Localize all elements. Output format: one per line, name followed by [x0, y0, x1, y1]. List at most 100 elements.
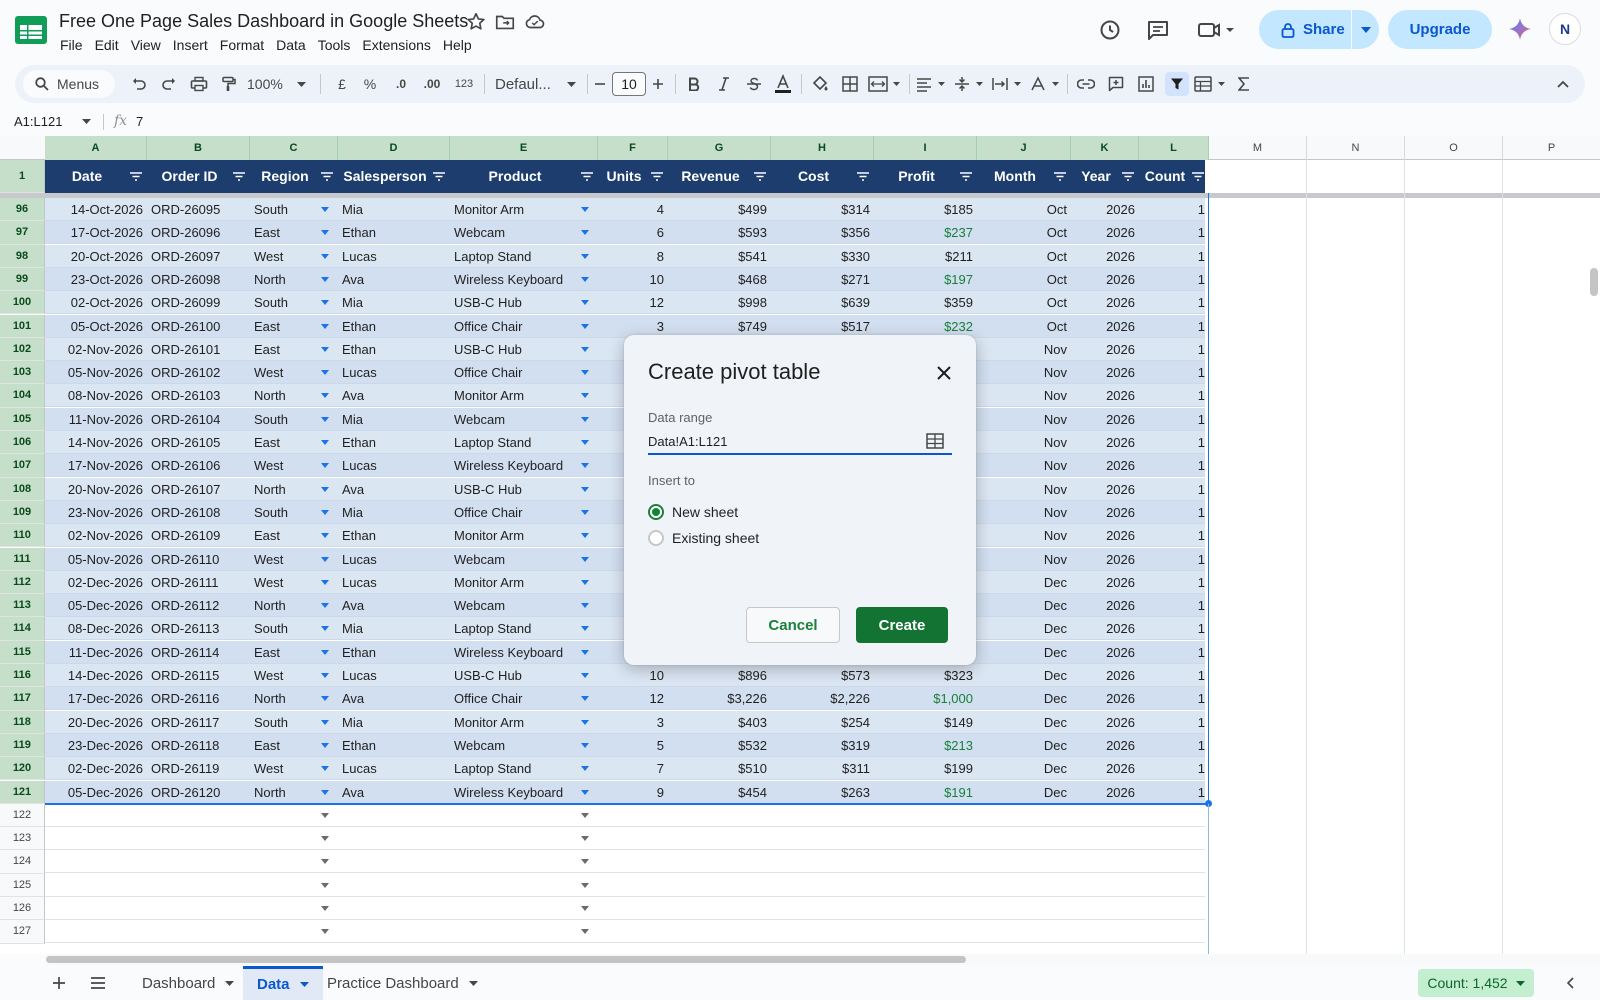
meet-video-icon[interactable]	[1196, 17, 1238, 43]
menus-search[interactable]: Menus	[23, 70, 115, 98]
cell-product[interactable]: Office Chair	[450, 361, 576, 384]
insert-comment-button[interactable]	[1105, 72, 1127, 96]
dropdown-chip-icon[interactable]	[581, 463, 589, 469]
dropdown-chip-icon[interactable]	[581, 673, 589, 678]
add-sheet-button[interactable]	[46, 966, 72, 1000]
cell-date[interactable]: 05-Oct-2026	[45, 315, 147, 338]
cell-units[interactable]: 4	[598, 198, 668, 221]
dropdown-chip-icon[interactable]	[581, 649, 589, 655]
cell-order-id[interactable]: ORD-26115	[147, 664, 250, 687]
header-cell[interactable]: Count	[1139, 160, 1191, 193]
cell-revenue[interactable]: $998	[668, 291, 771, 314]
row-header[interactable]: 122	[0, 803, 45, 828]
cell-count[interactable]: 1	[1139, 361, 1209, 384]
cell-cost[interactable]: $319	[771, 734, 874, 757]
cell-cost[interactable]: $254	[771, 711, 874, 734]
column-filter-icon[interactable]	[857, 172, 869, 181]
header-cell[interactable]: Month	[977, 160, 1053, 193]
dropdown-chip-icon[interactable]	[321, 836, 329, 842]
row-header[interactable]: 120	[0, 757, 45, 781]
dropdown-chip-icon[interactable]	[581, 766, 589, 772]
cell-profit[interactable]: $213	[874, 734, 977, 757]
cell-units[interactable]: 10	[598, 664, 668, 687]
cell-date[interactable]: 23-Nov-2026	[45, 501, 147, 524]
font-family-select[interactable]: Defaul...	[493, 72, 583, 96]
header-cell[interactable]: Units	[598, 160, 650, 193]
dropdown-chip-icon[interactable]	[321, 696, 329, 702]
column-header-h[interactable]: H	[771, 136, 874, 160]
column-filter-icon[interactable]	[960, 172, 972, 181]
cell-order-id[interactable]: ORD-26107	[147, 478, 250, 501]
row-header[interactable]: 119	[0, 733, 45, 758]
version-history-icon[interactable]	[1097, 17, 1123, 43]
column-header-a[interactable]: A	[45, 136, 147, 160]
cell-region[interactable]: South	[250, 617, 316, 640]
cell-date[interactable]: 08-Nov-2026	[45, 384, 147, 407]
cell-product[interactable]: Monitor Arm	[450, 711, 576, 734]
sheet-tab-dashboard[interactable]: Dashboard	[128, 966, 248, 1000]
cell-cost[interactable]: $330	[771, 245, 874, 268]
dropdown-chip-icon[interactable]	[581, 440, 589, 445]
cell-month[interactable]: Oct	[977, 291, 1071, 314]
dropdown-chip-icon[interactable]	[581, 370, 589, 376]
cell-month[interactable]: Oct	[977, 315, 1071, 338]
cell-date[interactable]: 02-Nov-2026	[45, 338, 147, 361]
cell-product[interactable]: Office Chair	[450, 501, 576, 524]
table-row[interactable]: 17-Dec-2026 ORD-26116 North Ava Office Chair…	[45, 687, 1205, 711]
cell-region[interactable]: East	[250, 734, 316, 757]
row-header[interactable]: 98	[0, 244, 45, 268]
undo-button[interactable]	[127, 72, 151, 96]
chevron-down-icon[interactable]	[82, 119, 91, 124]
cell-revenue[interactable]: $541	[668, 245, 771, 268]
cell-cost[interactable]: $271	[771, 268, 874, 291]
header-cell[interactable]: Salesperson	[338, 160, 432, 193]
dropdown-chip-icon[interactable]	[581, 836, 589, 842]
header-cell[interactable]: Year	[1071, 160, 1121, 193]
share-options-button[interactable]	[1352, 26, 1379, 33]
existing-sheet-option[interactable]: Existing sheet	[648, 528, 759, 548]
cell-count[interactable]: 1	[1139, 245, 1209, 268]
cell-salesperson[interactable]: Lucas	[338, 245, 450, 268]
cell-year[interactable]: 2026	[1071, 641, 1139, 664]
cell-year[interactable]: 2026	[1071, 757, 1139, 780]
cell-region[interactable]: North	[250, 384, 316, 407]
cell-month[interactable]: Dec	[977, 687, 1071, 710]
cell-year[interactable]: 2026	[1071, 501, 1139, 524]
cell-date[interactable]: 14-Dec-2026	[45, 664, 147, 687]
cell-salesperson[interactable]: Ethan	[338, 524, 450, 547]
cell-count[interactable]: 1	[1139, 501, 1209, 524]
more-formats-button[interactable]: 123	[451, 72, 477, 96]
row-header[interactable]: 126	[0, 897, 45, 921]
cell-count[interactable]: 1	[1139, 757, 1209, 780]
cell-count[interactable]: 1	[1139, 641, 1209, 664]
column-filter-icon[interactable]	[651, 172, 663, 181]
empty-row[interactable]	[45, 850, 1205, 874]
dropdown-chip-icon[interactable]	[581, 230, 589, 236]
column-filter-icon[interactable]	[130, 172, 142, 181]
row-header[interactable]: 110	[0, 524, 45, 548]
dropdown-chip-icon[interactable]	[321, 603, 329, 609]
dropdown-chip-icon[interactable]	[321, 300, 329, 306]
dropdown-chip-icon[interactable]	[581, 719, 589, 725]
cell-region[interactable]: East	[250, 315, 316, 338]
table-row[interactable]: 14-Dec-2026 ORD-26115 West Lucas USB-C Hub 10…	[45, 664, 1205, 687]
cell-product[interactable]: Office Chair	[450, 315, 576, 338]
cell-profit[interactable]: $211	[874, 245, 977, 268]
vertical-align-button[interactable]	[953, 72, 987, 96]
cell-date[interactable]: 02-Nov-2026	[45, 524, 147, 547]
cell-count[interactable]: 1	[1139, 571, 1209, 594]
cell-product[interactable]: Wireless Keyboard	[450, 454, 576, 477]
menu-tools[interactable]: Tools	[312, 35, 357, 55]
cell-month[interactable]: Oct	[977, 268, 1071, 291]
cell-count[interactable]: 1	[1139, 408, 1209, 431]
row-header[interactable]: 109	[0, 500, 45, 525]
cell-order-id[interactable]: ORD-26102	[147, 361, 250, 384]
cell-units[interactable]: 9	[598, 781, 668, 804]
cell-year[interactable]: 2026	[1071, 548, 1139, 571]
chevron-down-icon[interactable]	[299, 982, 309, 987]
upgrade-button[interactable]: Upgrade	[1388, 10, 1492, 49]
dropdown-chip-icon[interactable]	[581, 556, 589, 562]
column-header-f[interactable]: F	[598, 136, 668, 160]
decrease-decimal-button[interactable]: .0	[389, 72, 413, 96]
dropdown-chip-icon[interactable]	[321, 626, 329, 632]
